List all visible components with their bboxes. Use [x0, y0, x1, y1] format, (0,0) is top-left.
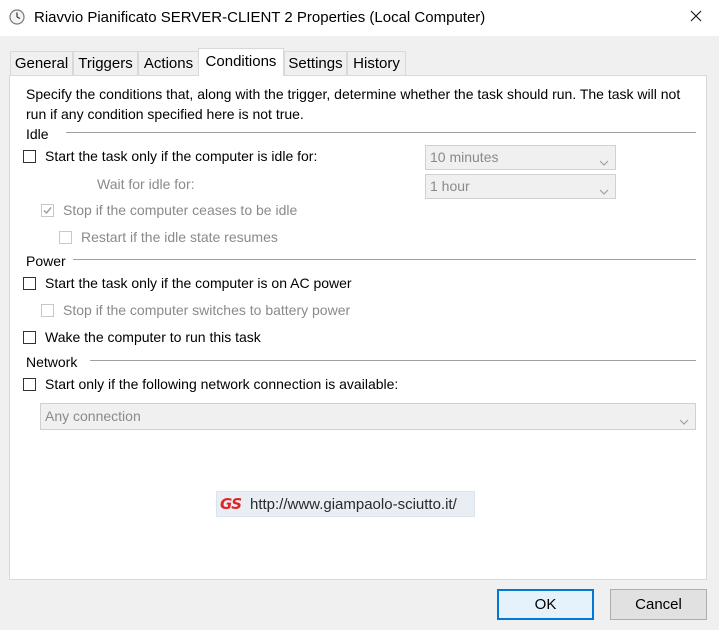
cancel-button[interactable]: Cancel [610, 589, 707, 620]
wait-idle-label: Wait for idle for: [97, 176, 195, 192]
idle-divider [66, 132, 696, 133]
network-divider [90, 360, 696, 361]
network-connection-combo[interactable]: Any connection [40, 403, 696, 430]
conditions-panel: Specify the conditions that, along with … [9, 75, 707, 580]
start-if-idle-checkbox[interactable] [23, 150, 36, 163]
network-checkbox[interactable] [23, 378, 36, 391]
network-label: Start only if the following network conn… [45, 376, 399, 392]
checkmark-icon [43, 207, 52, 215]
idle-duration-combo[interactable]: 10 minutes [425, 145, 616, 170]
idle-duration-value: 10 minutes [430, 149, 499, 165]
stop-if-ceases-label: Stop if the computer ceases to be idle [63, 202, 298, 218]
wake-computer-label: Wake the computer to run this task [45, 329, 261, 345]
close-button[interactable] [673, 0, 719, 34]
network-connection-value: Any connection [45, 408, 141, 424]
battery-stop-checkbox[interactable] [41, 304, 54, 317]
restart-if-resumes-checkbox[interactable] [59, 231, 72, 244]
clock-icon [9, 9, 25, 25]
tab-settings[interactable]: Settings [284, 51, 347, 75]
wait-duration-combo[interactable]: 1 hour [425, 174, 616, 199]
wake-computer-checkbox[interactable] [23, 331, 36, 344]
window-title: Riavvio Pianificato SERVER-CLIENT 2 Prop… [34, 9, 486, 26]
watermark: GS http://www.giampaolo-sciutto.it/ [216, 491, 475, 517]
tab-conditions[interactable]: Conditions [198, 48, 284, 76]
tab-triggers[interactable]: Triggers [73, 51, 138, 75]
idle-section-label: Idle [26, 126, 49, 142]
ac-power-checkbox[interactable] [23, 277, 36, 290]
stop-if-ceases-checkbox[interactable] [41, 204, 54, 217]
title-bar: Riavvio Pianificato SERVER-CLIENT 2 Prop… [0, 0, 719, 36]
chevron-down-icon [679, 413, 689, 425]
ac-power-label: Start the task only if the computer is o… [45, 275, 352, 291]
wait-duration-value: 1 hour [430, 178, 470, 194]
restart-if-resumes-label: Restart if the idle state resumes [81, 229, 278, 245]
chevron-down-icon [599, 183, 609, 195]
gs-logo: GS [220, 495, 242, 513]
tab-general[interactable]: General [10, 51, 73, 75]
chevron-down-icon [599, 154, 609, 166]
power-divider [73, 259, 696, 260]
ok-button[interactable]: OK [497, 589, 594, 620]
battery-stop-label: Stop if the computer switches to battery… [63, 302, 351, 318]
conditions-description: Specify the conditions that, along with … [26, 86, 681, 122]
start-if-idle-label: Start the task only if the computer is i… [45, 148, 318, 164]
close-icon [690, 9, 702, 25]
network-section-label: Network [26, 354, 78, 370]
tab-actions[interactable]: Actions [138, 51, 199, 75]
power-section-label: Power [26, 253, 66, 269]
tab-history[interactable]: History [347, 51, 406, 75]
watermark-url: http://www.giampaolo-sciutto.it/ [250, 496, 457, 513]
